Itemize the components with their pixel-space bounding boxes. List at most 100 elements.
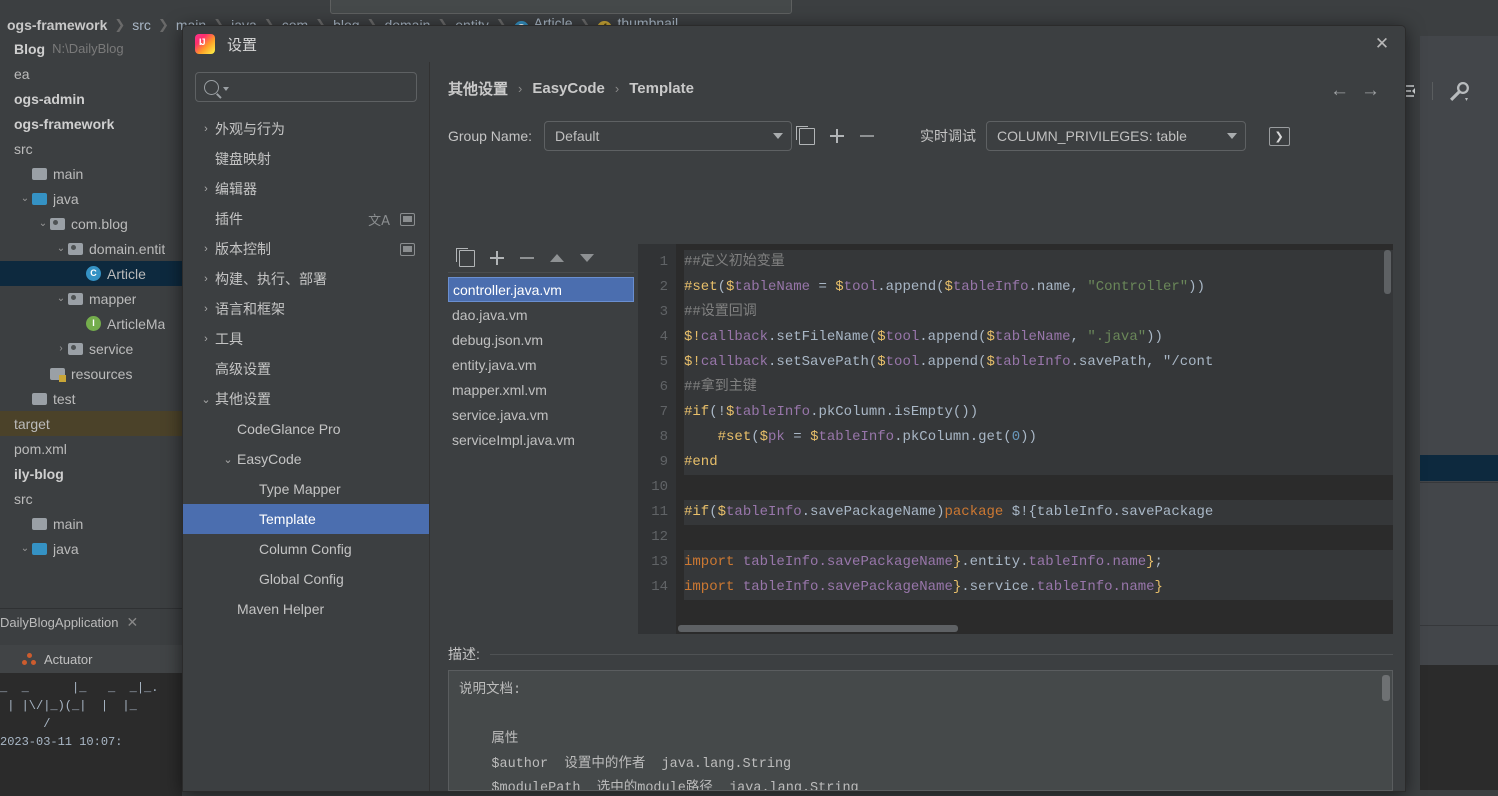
project-tree-node[interactable]: ea bbox=[0, 61, 182, 86]
breadcrumb-item[interactable]: src bbox=[125, 17, 158, 33]
project-tree-node[interactable]: target bbox=[0, 411, 182, 436]
project-tree-node[interactable]: ⌄ java bbox=[0, 536, 182, 561]
template-file-list[interactable]: controller.java.vm dao.java.vm debug.json.… bbox=[448, 273, 634, 634]
nav-item-[interactable]: › 语言和框架 bbox=[183, 294, 429, 324]
settings-nav-list[interactable]: › 外观与行为 键盘映射 › 编辑器 插件 文A › 版本控制 › 构建、执行、部署 › 语言和框架 › 工… bbox=[183, 114, 429, 624]
nav-item-[interactable]: › 构建、执行、部署 bbox=[183, 264, 429, 294]
forward-arrow-icon[interactable]: → bbox=[1361, 80, 1380, 102]
chevron-down-icon[interactable]: ⌄ bbox=[197, 393, 215, 406]
chevron-right-icon[interactable]: › bbox=[197, 273, 215, 285]
remove-group-button[interactable] bbox=[852, 122, 882, 150]
add-template-button[interactable] bbox=[482, 244, 512, 272]
editor-code-content[interactable]: ##定义初始变量 #set($tableName = $tool.append($… bbox=[676, 244, 1393, 634]
ide-search-everywhere-field[interactable] bbox=[330, 0, 792, 14]
project-tree-node[interactable]: ⌄ domain.entit bbox=[0, 236, 182, 261]
move-down-button[interactable] bbox=[572, 244, 602, 272]
nav-item-[interactable]: › 编辑器 bbox=[183, 174, 429, 204]
nav-item-maven-helper[interactable]: Maven Helper bbox=[183, 594, 429, 624]
project-tree-node[interactable]: main bbox=[0, 161, 182, 186]
project-tree-node[interactable]: ogs-framework bbox=[0, 111, 182, 136]
nav-item-[interactable]: › 外观与行为 bbox=[183, 114, 429, 144]
project-tree-node[interactable]: ⌄ com.blog bbox=[0, 211, 182, 236]
copy-template-button[interactable] bbox=[452, 244, 482, 272]
project-tree-node[interactable]: ⌄ mapper bbox=[0, 286, 182, 311]
chevron-down-icon[interactable]: ⌄ bbox=[18, 193, 32, 204]
chevron-right-icon[interactable]: › bbox=[54, 343, 68, 354]
nav-item-[interactable]: 键盘映射 bbox=[183, 144, 429, 174]
nav-item-[interactable]: › 版本控制 bbox=[183, 234, 429, 264]
project-tree-node[interactable]: resources bbox=[0, 361, 182, 386]
add-group-button[interactable] bbox=[822, 122, 852, 150]
chevron-right-icon[interactable]: › bbox=[197, 243, 215, 255]
chevron-down-icon[interactable]: ⌄ bbox=[54, 243, 68, 254]
chevron-right-icon[interactable]: › bbox=[197, 333, 215, 345]
template-file-item[interactable]: dao.java.vm bbox=[448, 302, 634, 327]
arrow-down-icon bbox=[580, 254, 594, 262]
nav-item-type-mapper[interactable]: Type Mapper bbox=[183, 474, 429, 504]
remove-template-button[interactable] bbox=[512, 244, 542, 272]
editor-vertical-scrollbar[interactable] bbox=[1384, 250, 1391, 294]
run-tab-bar[interactable]: DailyBlogApplication ✕ bbox=[0, 608, 182, 635]
nav-item-[interactable]: ⌄ 其他设置 bbox=[183, 384, 429, 414]
nav-item-column-config[interactable]: Column Config bbox=[183, 534, 429, 564]
wrench-icon[interactable] bbox=[1447, 80, 1471, 102]
chevron-down-icon bbox=[1227, 133, 1238, 139]
project-tree-node[interactable]: src bbox=[0, 486, 182, 511]
settings-search-box[interactable] bbox=[195, 72, 417, 102]
tree-node-label: ogs-framework bbox=[14, 115, 115, 132]
line-number: 10 bbox=[651, 479, 668, 495]
project-tree-node[interactable]: test bbox=[0, 386, 182, 411]
template-code-editor[interactable]: 1 2 3 4 5 6 7 8 9 10 11 12 13 14 ##定义初始变量 #set($tableN… bbox=[638, 244, 1393, 634]
nav-item-easycode[interactable]: ⌄ EasyCode bbox=[183, 444, 429, 474]
actuator-tab[interactable]: Actuator bbox=[0, 645, 204, 674]
template-file-item[interactable]: debug.json.vm bbox=[448, 327, 634, 352]
nav-item-codeglance-pro[interactable]: CodeGlance Pro bbox=[183, 414, 429, 444]
chevron-right-icon[interactable]: › bbox=[197, 303, 215, 315]
project-tree-node[interactable]: src bbox=[0, 136, 182, 161]
search-input[interactable] bbox=[229, 78, 413, 96]
move-up-button[interactable] bbox=[542, 244, 572, 272]
breadcrumb-item[interactable]: 其他设置 bbox=[448, 78, 508, 99]
project-tree-node[interactable]: ogs-admin bbox=[0, 86, 182, 111]
chevron-down-icon[interactable]: ⌄ bbox=[219, 453, 237, 466]
chevron-right-icon[interactable]: › bbox=[197, 183, 215, 195]
project-tree-node[interactable]: I ArticleMa bbox=[0, 311, 182, 336]
chevron-down-icon[interactable]: ⌄ bbox=[18, 543, 32, 554]
project-tool-window[interactable]: Blog N:\DailyBlog ea ogs-admin ogs-framework… bbox=[0, 36, 183, 640]
nav-item-template[interactable]: Template bbox=[183, 504, 429, 534]
breadcrumb-item[interactable]: Template bbox=[629, 80, 694, 97]
template-file-item[interactable]: service.java.vm bbox=[448, 402, 634, 427]
copy-group-button[interactable] bbox=[792, 122, 822, 150]
editor-horizontal-scrollbar[interactable] bbox=[678, 625, 958, 632]
project-tree-node[interactable]: › service bbox=[0, 336, 182, 361]
description-scrollbar[interactable] bbox=[1382, 675, 1390, 701]
project-tree-node[interactable]: Blog N:\DailyBlog bbox=[0, 36, 182, 61]
code-line: #set($pk = $tableInfo.pkColumn.get(0)) bbox=[684, 425, 1393, 450]
line-number: 13 bbox=[651, 554, 668, 570]
project-tree-node[interactable]: ⌄ java bbox=[0, 186, 182, 211]
nav-item-global-config[interactable]: Global Config bbox=[183, 564, 429, 594]
tree-node-label: src bbox=[14, 490, 33, 507]
chevron-down-icon[interactable]: ⌄ bbox=[36, 218, 50, 229]
back-arrow-icon[interactable]: ← bbox=[1330, 80, 1349, 102]
project-tree-node[interactable]: pom.xml bbox=[0, 436, 182, 461]
close-icon[interactable]: ✕ bbox=[1369, 32, 1395, 56]
chevron-right-icon[interactable]: › bbox=[197, 123, 215, 135]
project-tree-node[interactable]: main bbox=[0, 511, 182, 536]
nav-item-[interactable]: 高级设置 bbox=[183, 354, 429, 384]
template-file-item[interactable]: entity.java.vm bbox=[448, 352, 634, 377]
template-file-item[interactable]: mapper.xml.vm bbox=[448, 377, 634, 402]
template-file-item[interactable]: serviceImpl.java.vm bbox=[448, 427, 634, 452]
close-icon[interactable]: ✕ bbox=[127, 614, 139, 631]
project-tree-node[interactable]: C Article bbox=[0, 261, 182, 286]
template-file-item[interactable]: controller.java.vm bbox=[448, 277, 634, 302]
live-debug-select[interactable]: COLUMN_PRIVILEGES: table bbox=[986, 121, 1247, 151]
run-debug-button[interactable]: ❯ bbox=[1264, 122, 1294, 150]
breadcrumb-item[interactable]: EasyCode bbox=[532, 80, 605, 97]
nav-item-[interactable]: 插件 文A bbox=[183, 204, 429, 234]
nav-item-[interactable]: › 工具 bbox=[183, 324, 429, 354]
breadcrumb-item[interactable]: ogs-framework bbox=[0, 17, 114, 33]
chevron-down-icon[interactable]: ⌄ bbox=[54, 293, 68, 304]
project-tree-node[interactable]: ily-blog bbox=[0, 461, 182, 486]
group-name-select[interactable]: Default bbox=[544, 121, 793, 151]
